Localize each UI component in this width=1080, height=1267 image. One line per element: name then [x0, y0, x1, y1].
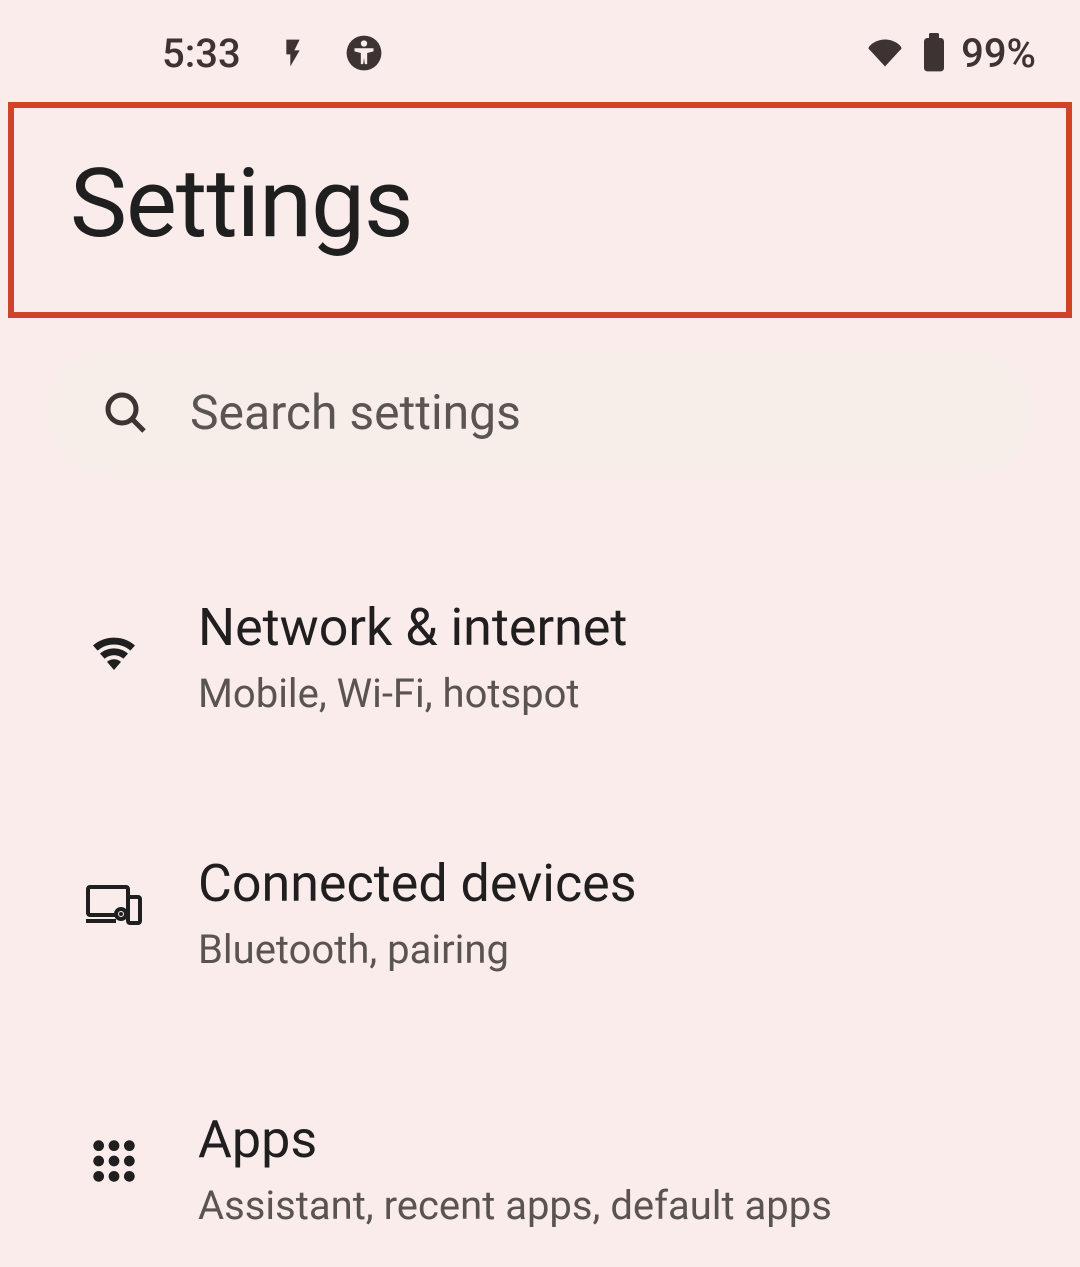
status-bar-right: 99%: [863, 30, 1036, 77]
wifi-icon: [863, 35, 907, 71]
status-bar: 5:33 99%: [0, 0, 1080, 98]
item-title: Network & internet: [198, 597, 627, 658]
item-title: Apps: [198, 1109, 832, 1170]
item-text: Apps Assistant, recent apps, default app…: [198, 1105, 832, 1229]
search-container: Search settings: [46, 350, 1034, 475]
apps-icon: [86, 1133, 142, 1189]
page-title-section: Settings: [8, 102, 1072, 318]
lightning-icon: [277, 35, 309, 71]
status-time: 5:33: [162, 30, 241, 77]
item-subtitle: Bluetooth, pairing: [198, 926, 637, 973]
search-bar[interactable]: Search settings: [46, 350, 1034, 475]
settings-item-network[interactable]: Network & internet Mobile, Wi-Fi, hotspo…: [44, 555, 1036, 755]
settings-item-connected-devices[interactable]: Connected devices Bluetooth, pairing: [44, 811, 1036, 1011]
item-text: Network & internet Mobile, Wi-Fi, hotspo…: [198, 593, 627, 717]
item-subtitle: Assistant, recent apps, default apps: [198, 1182, 832, 1229]
battery-icon: [921, 33, 947, 73]
settings-item-apps[interactable]: Apps Assistant, recent apps, default app…: [44, 1067, 1036, 1267]
settings-list: Network & internet Mobile, Wi-Fi, hotspo…: [0, 555, 1080, 1267]
search-placeholder: Search settings: [190, 384, 521, 441]
devices-icon: [86, 877, 142, 933]
status-bar-left: 5:33: [162, 30, 383, 77]
accessibility-icon: [345, 34, 383, 72]
item-text: Connected devices Bluetooth, pairing: [198, 849, 637, 973]
page-title: Settings: [70, 148, 1010, 260]
item-title: Connected devices: [198, 853, 637, 914]
battery-percent: 99%: [961, 30, 1036, 77]
search-icon: [102, 389, 150, 437]
wifi-icon: [86, 621, 142, 677]
item-subtitle: Mobile, Wi-Fi, hotspot: [198, 670, 627, 717]
